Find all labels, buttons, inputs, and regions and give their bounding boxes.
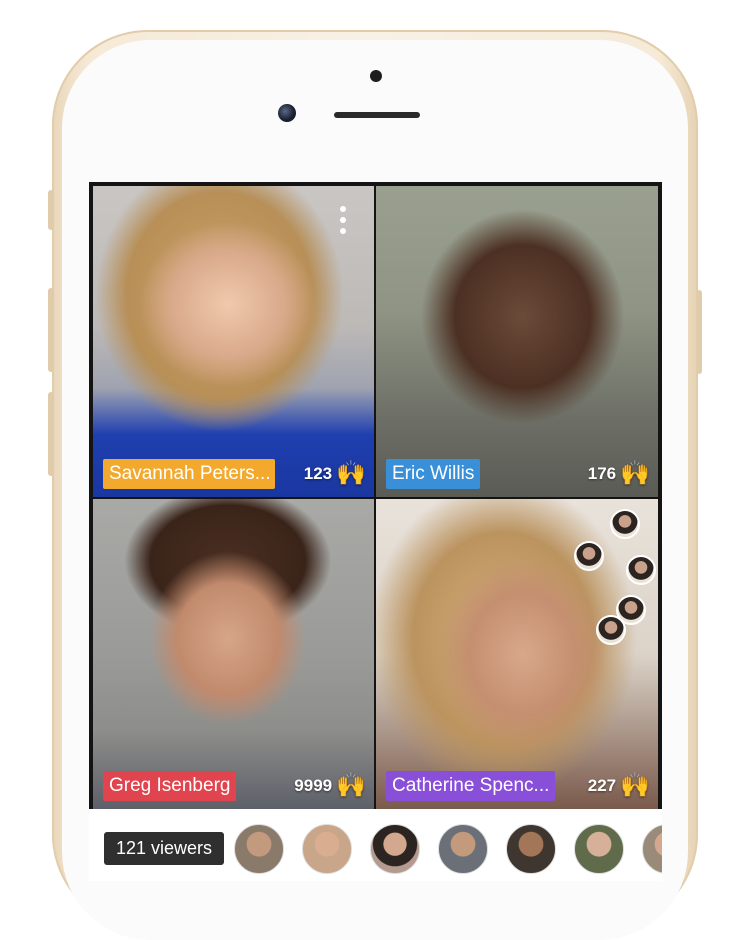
clap-count: 123 [303,464,333,483]
floating-avatar [610,509,640,539]
participant-name-tag: Greg Isenberg [103,771,237,801]
mute-switch [48,190,54,230]
viewer-avatar[interactable] [370,824,420,874]
viewer-avatar-list [234,824,662,874]
raised-hands-icon: 🙌 [620,772,650,799]
participant-name-tag: Eric Willis [386,459,481,489]
front-camera-icon [278,104,296,122]
participant-name-tag: Catherine Spenc... [386,771,556,801]
raised-hands-icon: 🙌 [336,460,366,487]
viewer-avatar[interactable] [506,824,556,874]
clap-count: 227 [587,776,617,795]
participant-name-tag: Savannah Peters... [103,459,275,489]
clap-count: 176 [587,464,617,483]
proximity-sensor [370,70,382,82]
viewer-avatar[interactable] [438,824,488,874]
video-tile-catherine[interactable]: Catherine Spenc... 227 🙌 [376,499,658,809]
video-tile-savannah[interactable]: Savannah Peters... 123 🙌 [93,186,374,497]
clap-counter[interactable]: 176 🙌 [588,459,650,489]
viewer-avatar[interactable] [642,824,662,874]
clap-counter[interactable]: 227 🙌 [588,771,650,801]
viewers-bar: 121 viewers [89,809,662,881]
vertical-dots-icon[interactable] [340,206,348,234]
viewer-avatar[interactable] [574,824,624,874]
raised-hands-icon: 🙌 [336,772,366,799]
video-chat-screen: Savannah Peters... 123 🙌 Eric Willis 176… [89,182,662,881]
volume-down-button [48,392,54,476]
viewer-avatar[interactable] [234,824,284,874]
floating-avatar [626,555,656,585]
viewers-count-badge[interactable]: 121 viewers [104,832,225,865]
clap-counter[interactable]: 9999 🙌 [294,771,366,801]
floating-avatar [596,615,626,645]
volume-up-button [48,288,54,372]
clap-count: 9999 [294,776,333,795]
clap-counter[interactable]: 123 🙌 [304,459,366,489]
video-tile-eric[interactable]: Eric Willis 176 🙌 [376,186,658,497]
raised-hands-icon: 🙌 [620,460,650,487]
video-tile-greg[interactable]: Greg Isenberg 9999 🙌 [93,499,374,809]
viewer-avatar[interactable] [302,824,352,874]
power-button [696,290,702,374]
earpiece-speaker [334,112,420,118]
floating-avatar [574,541,604,571]
